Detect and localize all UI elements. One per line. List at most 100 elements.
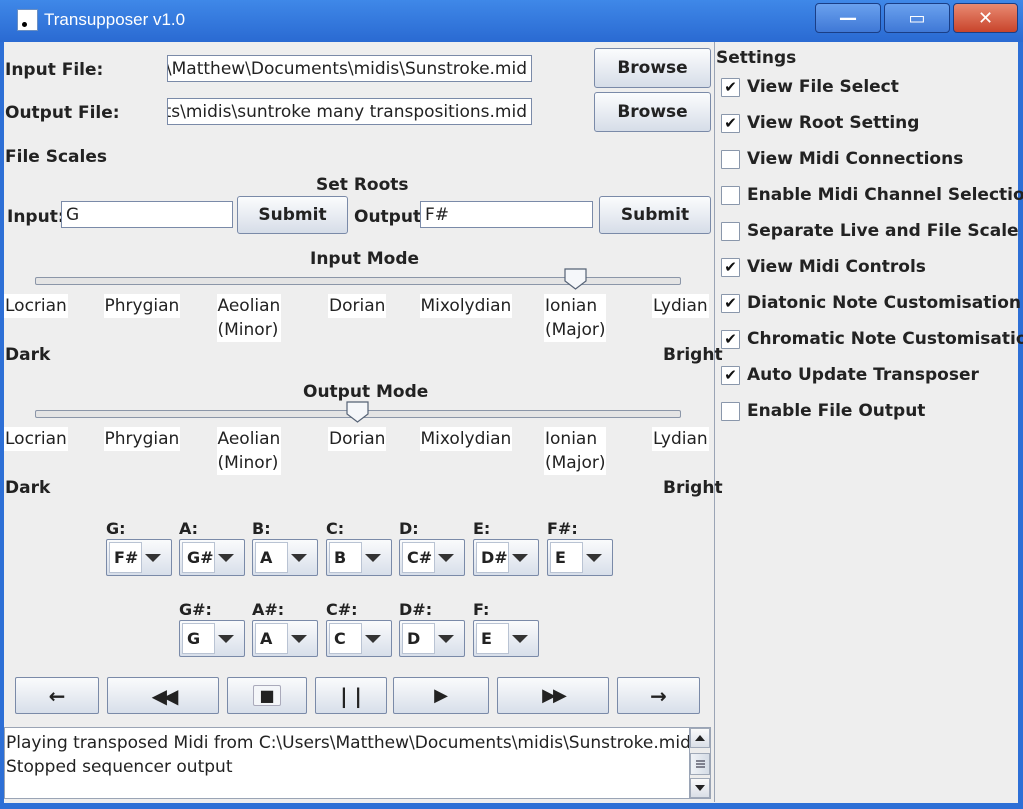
- chevron-down-icon: [218, 554, 234, 562]
- fast-forward-button[interactable]: ▶▶: [497, 677, 609, 714]
- setting-label[interactable]: Auto Update Transposer: [747, 365, 979, 385]
- note-select[interactable]: E: [547, 539, 613, 576]
- chevron-down-icon: [586, 554, 602, 562]
- mode-name: Locrian: [5, 429, 67, 449]
- mode-subtitle: (Major): [545, 453, 606, 473]
- setting-label[interactable]: View Midi Controls: [747, 257, 926, 277]
- mode-subtitle: (Minor): [217, 453, 279, 473]
- submit-input-root-button[interactable]: Submit: [237, 196, 348, 234]
- input-file-field[interactable]: C:\Users\Matthew\Documents\midis\Sunstro…: [167, 55, 532, 82]
- input-mode-dorian: Dorian: [328, 294, 387, 318]
- note-select-value: E: [550, 542, 583, 573]
- input-root-label: Input:: [7, 207, 65, 227]
- note-select[interactable]: C: [326, 620, 392, 657]
- input-mode-phrygian: Phrygian: [103, 294, 181, 318]
- settings-heading: Settings: [716, 48, 797, 68]
- play-button[interactable]: ▶: [393, 677, 489, 714]
- stop-icon: ■: [253, 685, 281, 706]
- note-select[interactable]: A: [252, 539, 318, 576]
- mode-name: Aeolian: [217, 296, 281, 316]
- note-select[interactable]: D#: [473, 539, 539, 576]
- window-title: Transupposer v1.0: [44, 10, 186, 29]
- setting-checkbox[interactable]: ✔: [721, 258, 740, 277]
- mode-name: Ionian: [545, 296, 598, 316]
- scroll-down-button[interactable]: [690, 778, 710, 798]
- scroll-thumb[interactable]: [690, 753, 710, 775]
- close-button[interactable]: ✕: [953, 3, 1018, 33]
- setting-label[interactable]: View File Select: [747, 77, 899, 97]
- note-select-value: G#: [182, 542, 215, 573]
- mode-name: Phrygian: [104, 429, 180, 449]
- note-select[interactable]: G#: [179, 539, 245, 576]
- stop-button[interactable]: ■: [227, 677, 307, 714]
- note-select[interactable]: E: [473, 620, 539, 657]
- setting-checkbox[interactable]: [721, 186, 740, 205]
- note-select-value: D#: [476, 542, 509, 573]
- note-label: B:: [252, 519, 271, 538]
- note-select[interactable]: C#: [399, 539, 465, 576]
- input-root-field[interactable]: G: [61, 201, 233, 228]
- rewind-button[interactable]: ◀◀: [107, 677, 219, 714]
- output-root-label: Output:: [354, 207, 428, 227]
- setting-checkbox[interactable]: ✔: [721, 78, 740, 97]
- output-root-field[interactable]: F#: [420, 201, 593, 228]
- setting-checkbox[interactable]: [721, 150, 740, 169]
- note-select[interactable]: B: [326, 539, 392, 576]
- mode-name: Lydian: [653, 429, 708, 449]
- next-button[interactable]: →: [617, 677, 700, 714]
- browse-input-button[interactable]: Browse: [594, 48, 711, 88]
- maximize-button[interactable]: ▭: [884, 3, 950, 33]
- input-mode-slider-thumb[interactable]: [564, 268, 587, 290]
- setting-label[interactable]: Chromatic Note Customisation: [747, 329, 1023, 349]
- note-label: D#:: [399, 600, 433, 619]
- output-file-field[interactable]: C:\Users\Matthew\Documents\midis\suntrok…: [167, 98, 532, 125]
- scroll-up-button[interactable]: [690, 728, 710, 748]
- title-bar: Transupposer v1.0 — ▭ ✕: [0, 0, 1023, 42]
- output-bright-label: Bright: [663, 478, 723, 498]
- setting-checkbox[interactable]: ✔: [721, 294, 740, 313]
- note-select-value: E: [476, 623, 509, 654]
- browse-output-button[interactable]: Browse: [594, 92, 711, 132]
- note-select[interactable]: D: [399, 620, 465, 657]
- note-label: F:: [473, 600, 490, 619]
- log-line: Stopped sequencer output: [6, 757, 233, 777]
- setting-label[interactable]: View Midi Connections: [747, 149, 963, 169]
- setting-checkbox[interactable]: [721, 402, 740, 421]
- note-select[interactable]: F#: [106, 539, 172, 576]
- mode-name: Dorian: [329, 296, 386, 316]
- setting-checkbox[interactable]: ✔: [721, 330, 740, 349]
- setting-label[interactable]: Enable Midi Channel Selection: [747, 185, 1023, 205]
- note-label: E:: [473, 519, 491, 538]
- chevron-down-icon: [291, 554, 307, 562]
- note-label: F#:: [547, 519, 578, 538]
- set-roots-heading: Set Roots: [316, 175, 409, 195]
- setting-label[interactable]: Diatonic Note Customisation: [747, 293, 1021, 313]
- setting-label[interactable]: Enable File Output: [747, 401, 925, 421]
- pause-button[interactable]: | |: [315, 677, 387, 714]
- output-mode-dorian: Dorian: [328, 427, 387, 451]
- previous-button[interactable]: ←: [15, 677, 99, 714]
- setting-label[interactable]: Separate Live and File Scale: [747, 221, 1019, 241]
- note-select[interactable]: A: [252, 620, 318, 657]
- chevron-down-icon: [365, 554, 381, 562]
- mode-subtitle: (Minor): [217, 320, 279, 340]
- note-select-value: F#: [109, 542, 142, 573]
- panel-divider: [714, 42, 715, 802]
- setting-checkbox[interactable]: ✔: [721, 114, 740, 133]
- setting-label[interactable]: View Root Setting: [747, 113, 919, 133]
- note-select[interactable]: G: [179, 620, 245, 657]
- input-bright-label: Bright: [663, 345, 723, 365]
- minimize-button[interactable]: —: [815, 3, 881, 33]
- log-scrollbar[interactable]: [689, 727, 711, 799]
- note-label: C:: [326, 519, 345, 538]
- grip-icon: [696, 760, 705, 768]
- mode-name: Phrygian: [104, 296, 180, 316]
- setting-checkbox[interactable]: ✔: [721, 366, 740, 385]
- note-label: G#:: [179, 600, 212, 619]
- setting-checkbox[interactable]: [721, 222, 740, 241]
- submit-output-root-button[interactable]: Submit: [599, 196, 711, 234]
- mode-name: Mixolydian: [420, 429, 512, 449]
- note-label: D:: [399, 519, 419, 538]
- note-label: A#:: [252, 600, 285, 619]
- output-mode-slider-thumb[interactable]: [346, 401, 369, 423]
